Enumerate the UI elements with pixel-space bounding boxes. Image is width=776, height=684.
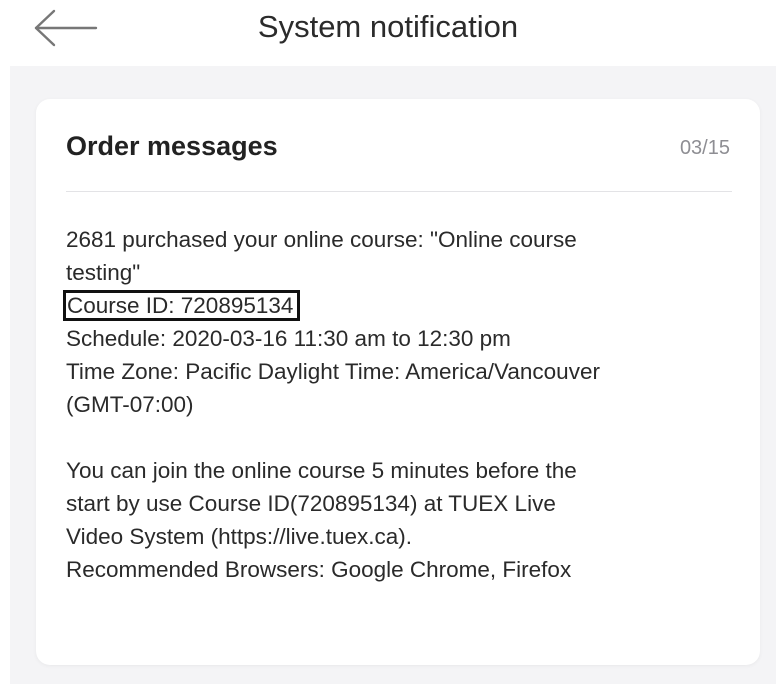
message-line-timezone: Time Zone: Pacific Daylight Time: Americ… (66, 359, 600, 384)
message-line-purchase-cont: testing" (66, 260, 141, 285)
message-line-schedule: Schedule: 2020-03-16 11:30 am to 12:30 p… (66, 326, 511, 351)
page-title: System notification (257, 9, 519, 44)
notification-card[interactable]: Order messages 03/15 2681 purchased your… (36, 99, 760, 665)
message-line-timezone-offset: (GMT-07:00) (66, 392, 194, 417)
message-line-purchase: 2681 purchased your online course: "Onli… (66, 227, 577, 252)
message-line-join-cont: start by use Course ID(720895134) at TUE… (66, 491, 556, 516)
header: System notification (0, 0, 776, 66)
card-date: 03/15 (679, 137, 730, 159)
message-line-join: You can join the online course 5 minutes… (66, 458, 577, 483)
card-title: Order messages (66, 131, 278, 161)
message-body: 2681 purchased your online course: "Onli… (63, 223, 736, 586)
divider (66, 191, 732, 192)
message-line-course-id: Course ID: 720895134 (63, 289, 736, 322)
message-line-browsers: Recommended Browsers: Google Chrome, Fir… (66, 557, 572, 582)
message-line-system-url: Video System (https://live.tuex.ca). (66, 524, 412, 549)
course-id-highlight: Course ID: 720895134 (63, 290, 301, 321)
